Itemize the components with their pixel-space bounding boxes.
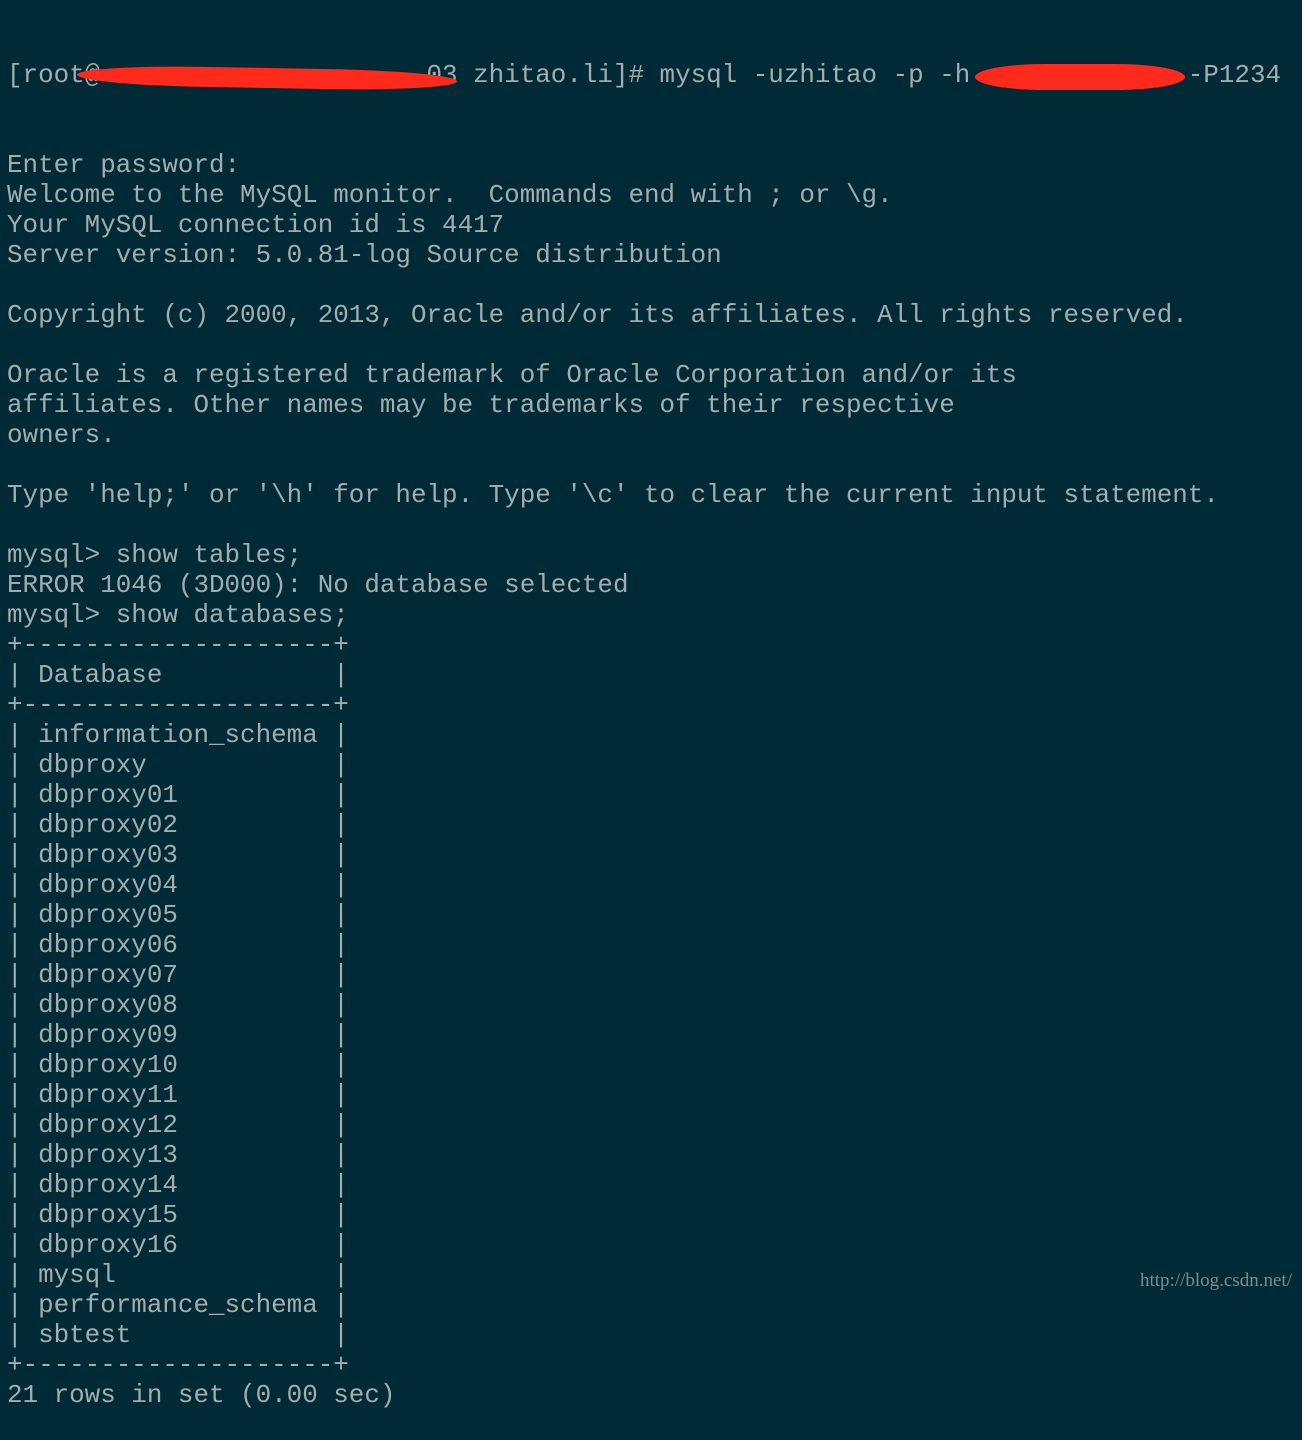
- terminal-line: | mysql |: [7, 1260, 349, 1290]
- terminal-line: +--------------------+: [7, 690, 349, 720]
- terminal-line: | dbproxy01 |: [7, 780, 349, 810]
- terminal-line: | dbproxy02 |: [7, 810, 349, 840]
- terminal-line: 21 rows in set (0.00 sec): [7, 1380, 396, 1410]
- command-line: [root@ 03 zhitao.li]# mysql -uzhitao -p …: [7, 60, 1281, 92]
- terminal-line: Server version: 5.0.81-log Source distri…: [7, 240, 722, 270]
- terminal-line: affiliates. Other names may be trademark…: [7, 390, 955, 420]
- terminal-line: Welcome to the MySQL monitor. Commands e…: [7, 180, 893, 210]
- terminal-output[interactable]: [root@ 03 zhitao.li]# mysql -uzhitao -p …: [7, 0, 1281, 1440]
- terminal-line: ERROR 1046 (3D000): No database selected: [7, 570, 629, 600]
- terminal-line: mysql> show databases;: [7, 600, 349, 630]
- terminal-line: | dbproxy16 |: [7, 1230, 349, 1260]
- terminal-line: | dbproxy15 |: [7, 1200, 349, 1230]
- terminal-line: | performance_schema |: [7, 1290, 349, 1320]
- terminal-line: owners.: [7, 420, 116, 450]
- terminal-line: | dbproxy06 |: [7, 930, 349, 960]
- terminal-line: | dbproxy08 |: [7, 990, 349, 1020]
- terminal-line: +--------------------+: [7, 630, 349, 660]
- terminal-line: Type 'help;' or '\h' for help. Type '\c'…: [7, 480, 1219, 510]
- terminal-line: | dbproxy09 |: [7, 1020, 349, 1050]
- terminal-line: Enter password:: [7, 150, 241, 180]
- terminal-line: | dbproxy12 |: [7, 1110, 349, 1140]
- prompt-command: 03 zhitao.li]# mysql -uzhitao -p -h: [426, 60, 971, 90]
- redaction-mark: [975, 64, 1185, 90]
- terminal-line: | dbproxy10 |: [7, 1050, 349, 1080]
- terminal-line: | dbproxy05 |: [7, 900, 349, 930]
- terminal-line: Oracle is a registered trademark of Orac…: [7, 360, 1017, 390]
- terminal-line: | dbproxy14 |: [7, 1170, 349, 1200]
- terminal-line: | dbproxy |: [7, 750, 349, 780]
- terminal-line: Your MySQL connection id is 4417: [7, 210, 505, 240]
- terminal-line: +--------------------+: [7, 1350, 349, 1380]
- terminal-line: | information_schema |: [7, 720, 349, 750]
- terminal-line: Copyright (c) 2000, 2013, Oracle and/or …: [7, 300, 1188, 330]
- terminal-line: | dbproxy03 |: [7, 840, 349, 870]
- port-argument: -P1234: [1187, 60, 1282, 90]
- terminal-line: | dbproxy04 |: [7, 870, 349, 900]
- terminal-line: | sbtest |: [7, 1320, 349, 1350]
- terminal-line: | Database |: [7, 660, 349, 690]
- redaction-mark: [76, 64, 458, 92]
- terminal-line: mysql> show tables;: [7, 540, 303, 570]
- terminal-line: | dbproxy07 |: [7, 960, 349, 990]
- terminal-line: | dbproxy11 |: [7, 1080, 349, 1110]
- terminal-line: | dbproxy13 |: [7, 1140, 349, 1170]
- watermark: http://blog.csdn.net/: [1140, 1270, 1292, 1291]
